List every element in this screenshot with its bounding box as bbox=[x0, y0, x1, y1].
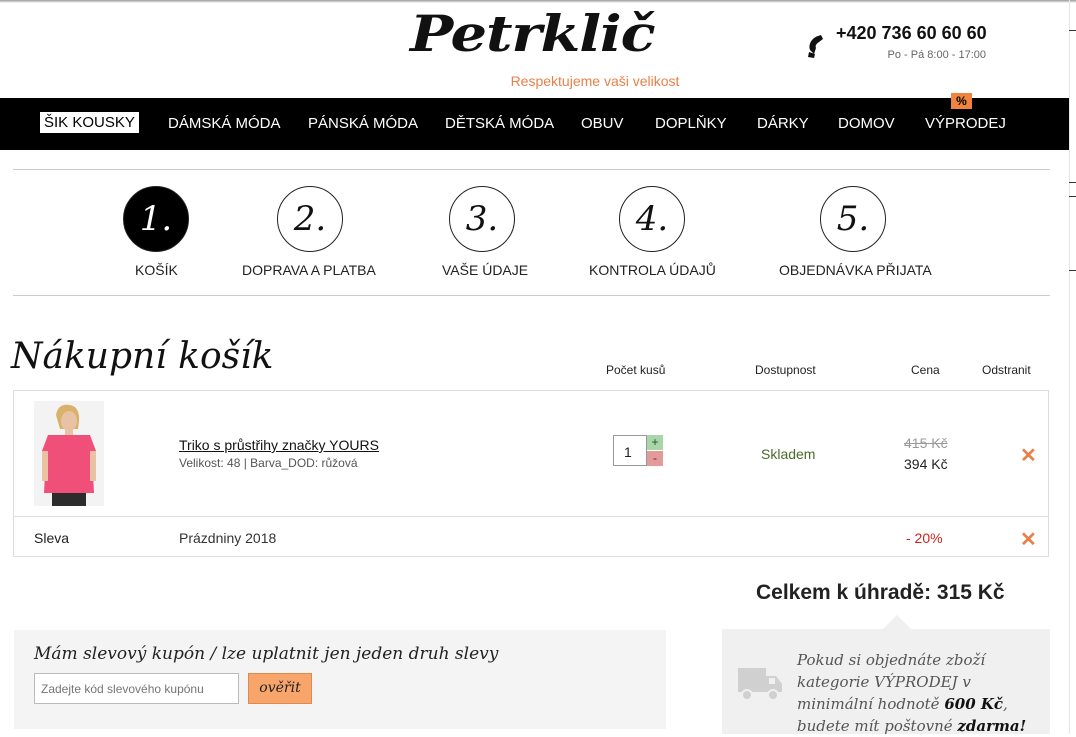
step-5-circle: 5. bbox=[820, 186, 886, 252]
product-variant: Velikost: 48 | Barva_DOD: růžová bbox=[179, 456, 358, 470]
page-edge bbox=[1069, 0, 1070, 734]
quantity-input[interactable]: 1 bbox=[613, 435, 647, 466]
sale-badge: % bbox=[951, 93, 972, 109]
discount-label: Sleva bbox=[34, 530, 70, 546]
nav-item-detska-moda[interactable]: DĚTSKÁ MÓDA bbox=[445, 115, 554, 132]
phone-icon bbox=[808, 35, 823, 58]
nav-item-damska-moda[interactable]: DÁMSKÁ MÓDA bbox=[168, 115, 281, 132]
product-image[interactable] bbox=[34, 401, 104, 506]
current-price: 394 Kč bbox=[904, 456, 948, 472]
step-3-label: VAŠE ÚDAJE bbox=[442, 262, 529, 278]
coupon-code-input[interactable] bbox=[34, 673, 239, 704]
phone-number[interactable]: +420 736 60 60 60 bbox=[836, 23, 987, 44]
nav-item-darky[interactable]: DÁRKY bbox=[757, 115, 809, 132]
verify-coupon-button[interactable]: ověřit bbox=[248, 673, 312, 704]
edge-mark bbox=[1069, 30, 1076, 31]
nav-item-domov[interactable]: DOMOV bbox=[838, 115, 895, 132]
divider bbox=[13, 169, 1050, 170]
site-logo[interactable]: Petrklič bbox=[410, 4, 656, 63]
step-2-label: DOPRAVA A PLATBA bbox=[242, 262, 376, 278]
nav-item-panska-moda[interactable]: PÁNSKÁ MÓDA bbox=[308, 115, 418, 132]
site-tagline: Respektujeme vaši velikost bbox=[510, 73, 680, 89]
nav-item-sik-kousky[interactable]: ŠIK KOUSKY bbox=[40, 112, 139, 133]
column-price: Cena bbox=[911, 363, 940, 377]
opening-hours: Po - Pá 8:00 - 17:00 bbox=[887, 49, 986, 61]
shipping-threshold: 600 Kč bbox=[944, 695, 1004, 713]
discount-name: Prázdniny 2018 bbox=[179, 530, 277, 546]
nav-item-doplnky[interactable]: DOPLŇKY bbox=[655, 115, 727, 132]
truck-icon bbox=[738, 668, 782, 701]
step-3-circle: 3. bbox=[449, 186, 515, 252]
column-availability: Dostupnost bbox=[755, 363, 816, 377]
divider bbox=[13, 295, 1050, 296]
remove-discount-icon[interactable]: ✕ bbox=[1020, 527, 1037, 552]
shipping-free-label: zdarma! bbox=[957, 717, 1027, 735]
coupon-title: Mám slevový kupón / lze uplatnit jen jed… bbox=[34, 644, 499, 664]
discount-value: - 20% bbox=[906, 530, 943, 546]
availability-status: Skladem bbox=[761, 446, 816, 462]
edge-mark bbox=[1069, 182, 1076, 183]
column-remove: Odstranit bbox=[982, 363, 1031, 377]
shipping-box-pointer bbox=[883, 615, 911, 629]
edge-mark bbox=[1069, 270, 1076, 271]
nav-item-vyprodej[interactable]: VÝPRODEJ bbox=[925, 115, 1006, 132]
order-total: Celkem k úhradě: 315 Kč bbox=[756, 581, 1005, 604]
remove-item-icon[interactable]: ✕ bbox=[1020, 443, 1037, 468]
step-4-label: KONTROLA ÚDAJŮ bbox=[589, 262, 716, 278]
page-title: Nákupní košík bbox=[11, 336, 274, 377]
nav-item-obuv[interactable]: OBUV bbox=[581, 115, 624, 132]
top-border bbox=[0, 0, 1076, 3]
step-4-circle: 4. bbox=[619, 186, 685, 252]
step-5-label: OBJEDNÁVKA PŘIJATA bbox=[779, 262, 932, 278]
quantity-decrease-button[interactable]: - bbox=[647, 451, 663, 466]
free-shipping-text: Pokud si objednáte zboží kategorie VÝPRO… bbox=[797, 649, 1042, 737]
step-1-label: KOŠÍK bbox=[135, 262, 178, 278]
quantity-increase-button[interactable]: + bbox=[647, 435, 663, 450]
column-qty: Počet kusů bbox=[606, 363, 666, 377]
main-navigation: ŠIK KOUSKY DÁMSKÁ MÓDA PÁNSKÁ MÓDA DĚTSK… bbox=[0, 98, 1069, 150]
cart-table bbox=[13, 390, 1049, 557]
row-divider bbox=[14, 516, 1048, 517]
step-2-circle: 2. bbox=[277, 186, 343, 252]
product-name-link[interactable]: Triko s průstřihy značky YOURS bbox=[179, 437, 379, 453]
original-price: 415 Kč bbox=[904, 435, 948, 451]
step-1-circle: 1. bbox=[123, 186, 189, 252]
edge-mark bbox=[1069, 196, 1076, 197]
